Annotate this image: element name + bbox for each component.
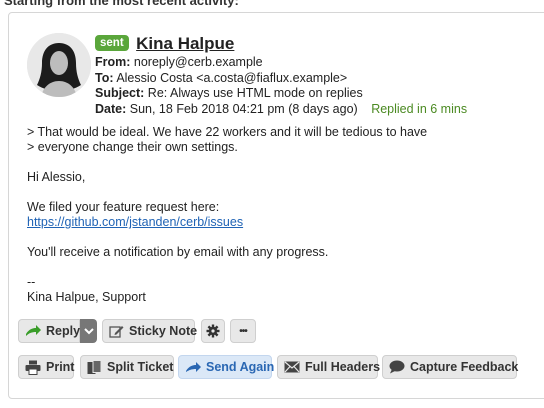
split-ticket-label: Split Ticket <box>107 360 174 374</box>
sticky-note-label: Sticky Note <box>129 324 198 338</box>
pencil-note-icon <box>109 326 124 338</box>
replied-time: Replied in 6 mins <box>371 101 468 116</box>
reply-label: Reply <box>46 324 81 338</box>
reply-menu-toggle[interactable] <box>80 319 97 343</box>
forward-arrow-icon <box>186 362 201 372</box>
issues-link[interactable]: https://github.com/jstanden/cerb/issues <box>27 215 243 229</box>
envelope-icon <box>284 361 300 373</box>
date-ago: (8 days ago) <box>288 101 358 116</box>
body-line: We filed your feature request here: <box>27 200 220 214</box>
print-label: Print <box>46 360 75 374</box>
print-button[interactable]: Print <box>18 355 74 379</box>
reply-arrow-icon <box>26 325 41 336</box>
quote-line: > That would be ideal. We have 22 worker… <box>27 125 428 139</box>
split-document-icon <box>87 359 102 374</box>
reply-button[interactable]: Reply <box>18 319 80 343</box>
sender-name-link[interactable]: Kina Halpue <box>136 34 234 53</box>
subject-row: Subject: Re: Always use HTML mode on rep… <box>95 86 467 102</box>
from-label: From: <box>95 55 131 69</box>
message-header: sent Kina Halpue From: noreply@cerb.exam… <box>95 33 467 117</box>
date-label: Date: <box>95 101 127 116</box>
speech-bubble-icon <box>389 360 405 374</box>
full-headers-label: Full Headers <box>305 360 381 374</box>
subject-value: Re: Always use HTML mode on replies <box>147 86 363 100</box>
more-options-button[interactable]: ••• <box>230 319 256 343</box>
send-again-button[interactable]: Send Again <box>178 355 275 379</box>
message-body: > That would be ideal. We have 22 worker… <box>27 125 427 305</box>
signature-dash: -- <box>27 275 36 289</box>
settings-button[interactable] <box>201 319 225 343</box>
message-card: sent Kina Halpue From: noreply@cerb.exam… <box>8 12 544 399</box>
signature: Kina Halpue, Support <box>27 290 146 304</box>
sent-badge: sent <box>95 35 129 51</box>
printer-icon <box>25 360 41 375</box>
gear-icon <box>206 324 220 338</box>
ellipsis-icon: ••• <box>239 325 247 337</box>
quote-line: > everyone change their own settings. <box>27 140 238 154</box>
capture-feedback-button[interactable]: Capture Feedback <box>382 355 519 379</box>
from-value: noreply@cerb.example <box>133 55 263 69</box>
date-value: Sun, 18 Feb 2018 04:21 pm <box>129 101 285 116</box>
chevron-down-icon <box>83 327 94 334</box>
date-row: Date: Sun, 18 Feb 2018 04:21 pm (8 days … <box>95 102 467 118</box>
greeting: Hi Alessio, <box>27 170 86 184</box>
from-row: From: noreply@cerb.example <box>95 55 467 71</box>
section-caption: Starting from the most recent activity: <box>4 0 239 8</box>
capture-feedback-label: Capture Feedback <box>410 360 519 374</box>
female-avatar-icon <box>27 33 91 97</box>
subject-label: Subject: <box>95 86 145 100</box>
send-again-label: Send Again <box>206 360 275 374</box>
to-row: To: Alessio Costa <a.costa@fiaflux.examp… <box>95 71 467 87</box>
to-label: To: <box>95 70 114 85</box>
body-line: You'll receive a notification by email w… <box>27 245 329 259</box>
sticky-note-button[interactable]: Sticky Note <box>102 319 198 343</box>
full-headers-button[interactable]: Full Headers <box>277 355 381 379</box>
to-value: Alessio Costa <a.costa@fiaflux.example> <box>116 70 348 85</box>
avatar <box>27 33 91 97</box>
split-ticket-button[interactable]: Split Ticket <box>80 355 174 379</box>
